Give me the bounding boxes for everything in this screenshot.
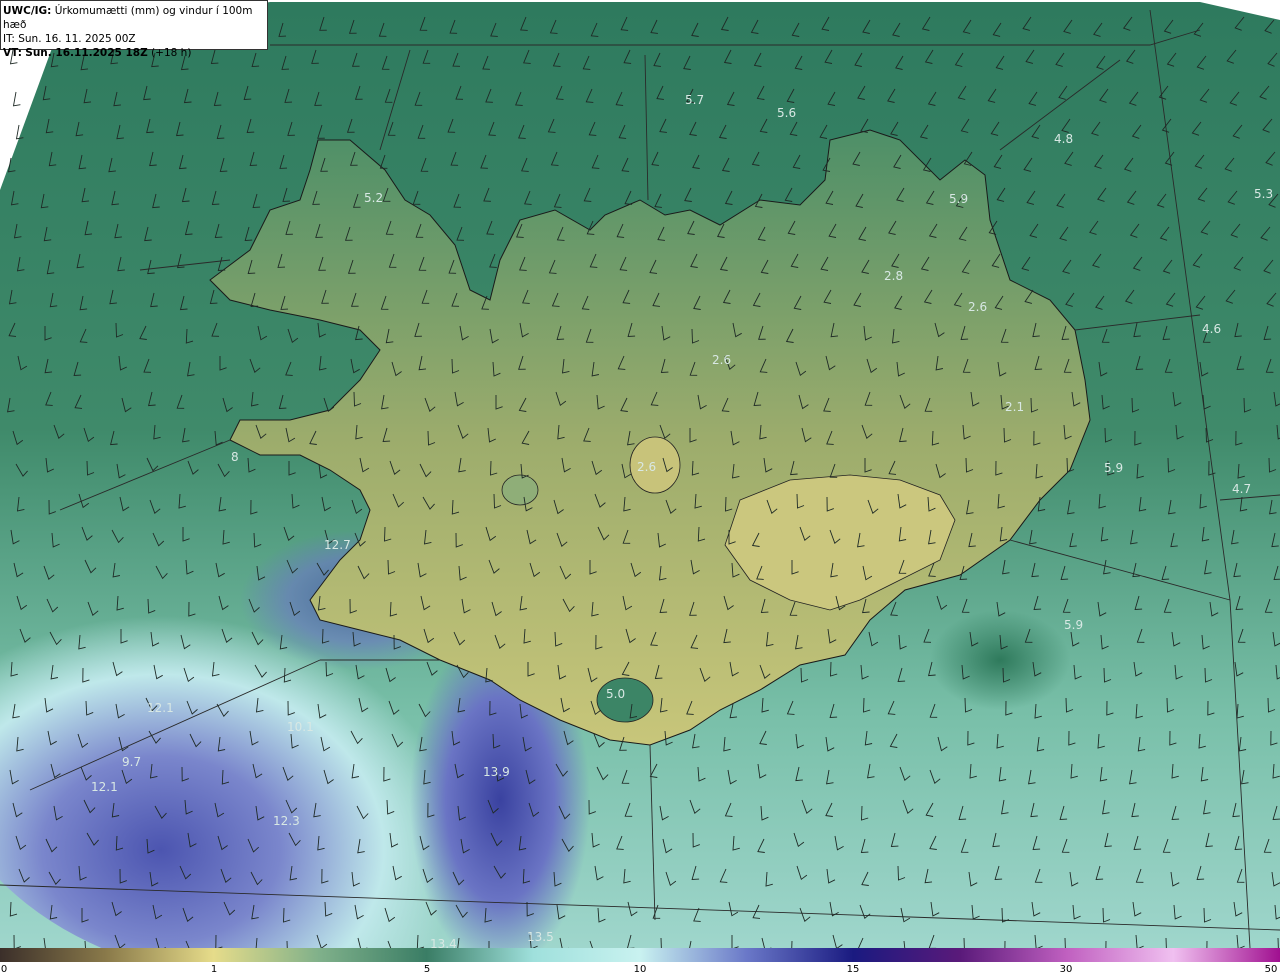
map-value: 4.8 (1054, 132, 1073, 146)
colorbar-tick: 15 (846, 964, 860, 975)
colorbar-tick: 0 (0, 964, 8, 975)
map-value: 2.6 (968, 300, 987, 314)
map-value: 2.6 (637, 460, 656, 474)
title-line: UWC/IG: Úrkomumætti (mm) og vindur í 100… (3, 4, 263, 32)
map-value: 5.9 (1064, 618, 1083, 632)
issue-time: IT: Sun. 16. 11. 2025 00Z (3, 33, 136, 45)
map-value: 2.6 (712, 353, 731, 367)
map-value: 13.9 (483, 765, 510, 779)
colorbar-tick: 50 (1264, 964, 1278, 975)
colorbar: 0 1 5 10 15 30 50 (0, 948, 1280, 978)
map-value: 13.4 (430, 937, 457, 948)
map-value: 4.7 (1232, 482, 1251, 496)
colorbar-strip (0, 948, 1280, 962)
map-value: 5.6 (777, 106, 796, 120)
valid-lead: (+18 h) (151, 47, 192, 59)
sea-patch-east (930, 610, 1070, 710)
precip-wind-map: 5.7 5.6 4.8 5.3 5.2 5.9 2.8 2.6 4.6 2.6 … (0, 0, 1280, 948)
valid-time-line: VT: Sun. 16.11.2025 18Z (+18 h) (3, 46, 263, 60)
map-value: 12.1 (147, 701, 174, 715)
colorbar-tick: 30 (1059, 964, 1073, 975)
map-value: 5.3 (1254, 187, 1273, 201)
map-value: 5.9 (1104, 461, 1123, 475)
colorbar-tick: 10 (633, 964, 647, 975)
map-value: 5.9 (949, 192, 968, 206)
glacier-west (501, 474, 539, 506)
map-value: 12.1 (91, 780, 118, 794)
map-value: 2.1 (1005, 400, 1024, 414)
map-canvas: 5.7 5.6 4.8 5.3 5.2 5.9 2.8 2.6 4.6 2.6 … (0, 0, 1280, 948)
map-value: 4.6 (1202, 322, 1221, 336)
map-value: 5.0 (606, 687, 625, 701)
colorbar-tick: 5 (423, 964, 431, 975)
map-value: 2.8 (884, 269, 903, 283)
map-title-box: UWC/IG: Úrkomumætti (mm) og vindur í 100… (0, 0, 268, 59)
map-value: 8 (231, 450, 239, 464)
map-value: 9.7 (122, 755, 141, 769)
model-name: UWC/IG: (3, 5, 52, 17)
map-value: 5.2 (364, 191, 383, 205)
map-value: 10.1 (287, 720, 314, 734)
valid-prefix: VT: (3, 47, 22, 59)
map-value: 13.5 (527, 930, 554, 944)
map-value: 12.3 (273, 814, 300, 828)
map-value: 5.7 (685, 93, 704, 107)
valid-time: Sun. 16.11.2025 18Z (25, 47, 148, 59)
map-value: 12.7 (324, 538, 351, 552)
colorbar-tick: 1 (210, 964, 218, 975)
